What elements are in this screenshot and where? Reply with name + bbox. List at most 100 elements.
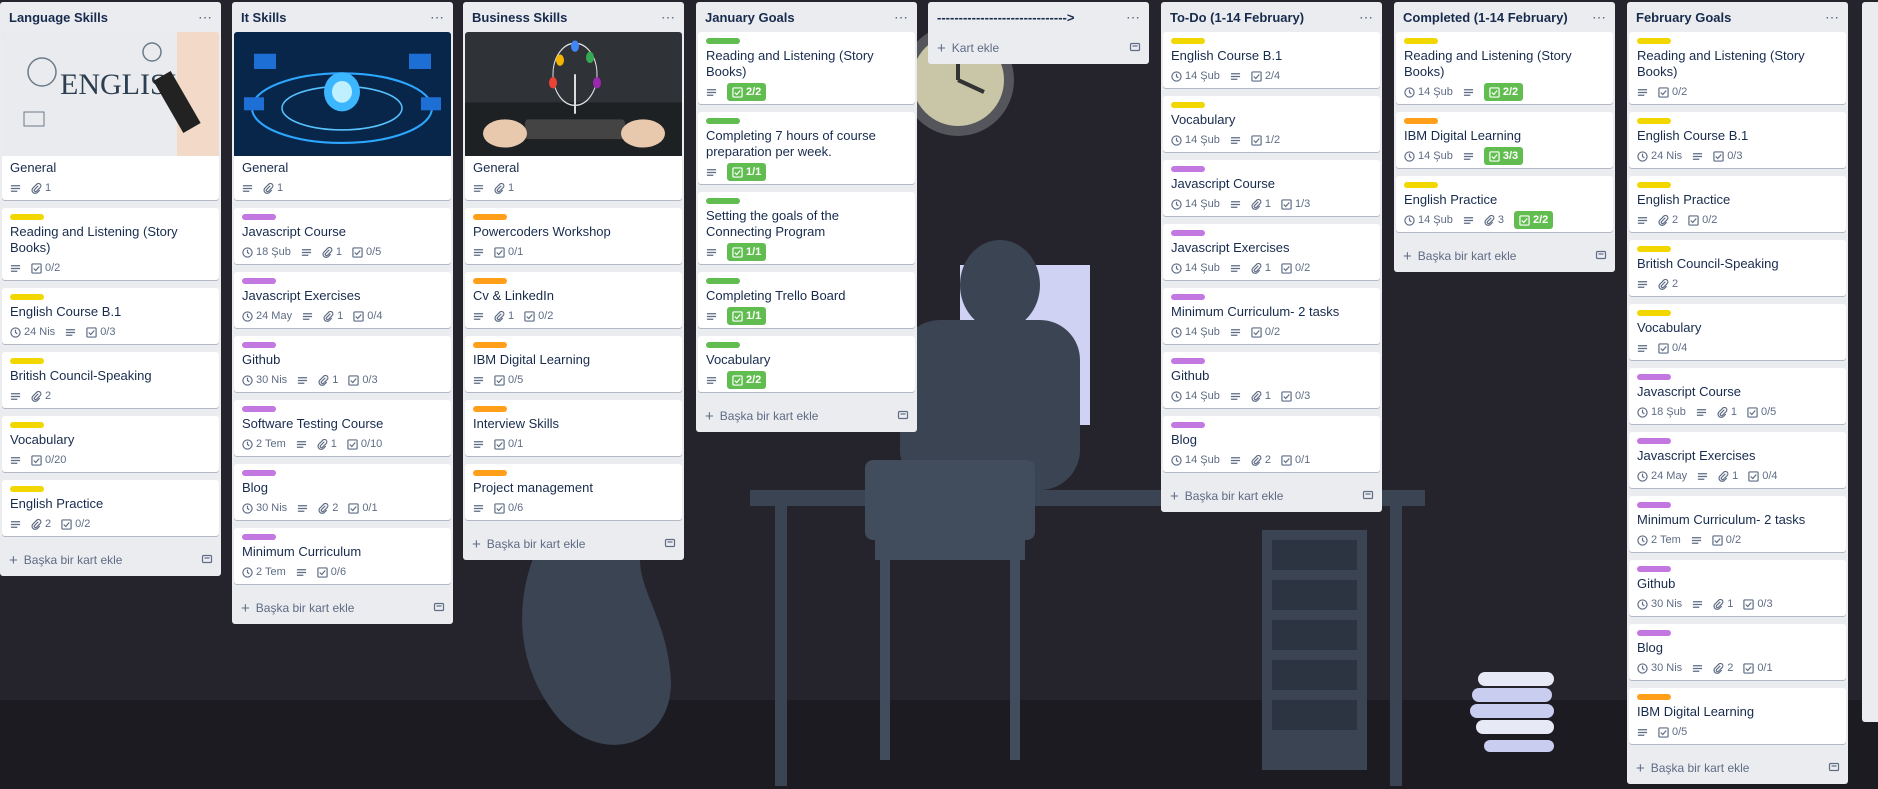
list-menu-icon[interactable]: ⋯ [1126, 9, 1141, 26]
card[interactable]: British Council-Speaking 2 [2, 352, 219, 408]
card-label-purple[interactable] [242, 278, 276, 284]
list-title[interactable]: Business Skills [472, 10, 567, 25]
list-header[interactable]: ------------------------------> ⋯ [928, 2, 1149, 32]
card-label-yellow[interactable] [10, 214, 44, 220]
card-label-yellow[interactable] [10, 486, 44, 492]
card[interactable]: Reading and Listening (Story Books) 14 Şu… [1396, 32, 1613, 104]
list-menu-icon[interactable]: ⋯ [430, 9, 445, 26]
list-menu-icon[interactable]: ⋯ [1359, 9, 1374, 26]
card[interactable]: British Council-Speaking 2 [1629, 240, 1846, 296]
card[interactable]: Blog 30 Nis 2 0/1 [234, 464, 451, 520]
card[interactable]: IBM Digital Learning 0/5 [465, 336, 682, 392]
add-card-button[interactable]: + Başka bir kart ekle [1627, 752, 1848, 780]
card[interactable]: English Course B.1 24 Nis 0/3 [2, 288, 219, 344]
add-card-text[interactable]: Başka bir kart ekle [1418, 249, 1517, 263]
card[interactable]: English Practice 2 0/2 [2, 480, 219, 536]
list-header[interactable]: January Goals ⋯ [696, 2, 917, 32]
card[interactable]: Software Testing Course 2 Tem 1 0/10 [234, 400, 451, 456]
add-card-button[interactable]: + Başka bir kart ekle [1161, 480, 1382, 508]
card-label-yellow[interactable] [1171, 38, 1205, 44]
card[interactable]: ENGLISH General 1 [2, 32, 219, 200]
card-label-orange[interactable] [473, 214, 507, 220]
card-label-purple[interactable] [1171, 422, 1205, 428]
add-card-button[interactable]: + Başka bir kart ekle [463, 528, 684, 556]
card-label-green[interactable] [706, 198, 740, 204]
card[interactable]: Minimum Curriculum 2 Tem 0/6 [234, 528, 451, 584]
card-label-purple[interactable] [242, 406, 276, 412]
card-label-yellow[interactable] [1637, 118, 1671, 124]
card[interactable]: English Practice 14 Şub 3 2/2 [1396, 176, 1613, 232]
card-label-yellow[interactable] [1637, 182, 1671, 188]
card-label-yellow[interactable] [1171, 102, 1205, 108]
list-header[interactable]: To-Do (1-14 February) ⋯ [1161, 2, 1382, 32]
card[interactable]: Interview Skills 0/1 [465, 400, 682, 456]
card-label-purple[interactable] [1637, 566, 1671, 572]
card-label-yellow[interactable] [10, 358, 44, 364]
card[interactable]: English Practice 2 0/2 [1629, 176, 1846, 232]
card-label-orange[interactable] [1637, 694, 1671, 700]
add-card-text[interactable]: Başka bir kart ekle [487, 537, 586, 551]
card[interactable]: Javascript Exercises 24 May 1 0/4 [234, 272, 451, 328]
card[interactable]: Completing Trello Board 1/1 [698, 272, 915, 328]
card-label-green[interactable] [706, 38, 740, 44]
list-title[interactable]: Completed (1-14 February) [1403, 10, 1568, 25]
add-card-label-group[interactable]: + Başka bir kart ekle [241, 600, 354, 617]
card[interactable]: Project management 0/6 [465, 464, 682, 520]
card-label-green[interactable] [706, 118, 740, 124]
card[interactable]: Github 30 Nis 1 0/3 [1629, 560, 1846, 616]
card-label-yellow[interactable] [1637, 38, 1671, 44]
card-label-yellow[interactable] [1637, 310, 1671, 316]
list-header[interactable]: Completed (1-14 February) ⋯ [1394, 2, 1615, 32]
card-template-icon[interactable] [1362, 489, 1374, 504]
card-label-purple[interactable] [1171, 294, 1205, 300]
card[interactable]: Reading and Listening (Story Books) 0/2 [2, 208, 219, 280]
card-label-orange[interactable] [473, 342, 507, 348]
list-title[interactable]: January Goals [705, 10, 795, 25]
card-label-yellow[interactable] [1637, 246, 1671, 252]
card-template-icon[interactable] [433, 601, 445, 616]
add-card-text[interactable]: Başka bir kart ekle [256, 601, 355, 615]
card-label-orange[interactable] [473, 406, 507, 412]
add-card-label-group[interactable]: + Başka bir kart ekle [1636, 760, 1749, 777]
list-header[interactable]: Business Skills ⋯ [463, 2, 684, 32]
card[interactable]: Javascript Course 18 Şub 1 0/5 [234, 208, 451, 264]
card-label-purple[interactable] [242, 470, 276, 476]
card[interactable]: English Course B.1 14 Şub 2/4 [1163, 32, 1380, 88]
card-template-icon[interactable] [201, 553, 213, 568]
add-card-label-group[interactable]: + Başka bir kart ekle [9, 552, 122, 569]
card[interactable]: General 1 [465, 32, 682, 200]
card[interactable]: Minimum Curriculum- 2 tasks 14 Şub 0/2 [1163, 288, 1380, 344]
card[interactable]: Powercoders Workshop 0/1 [465, 208, 682, 264]
list-menu-icon[interactable]: ⋯ [1825, 9, 1840, 26]
list-menu-icon[interactable]: ⋯ [894, 9, 909, 26]
card[interactable]: Blog 30 Nis 2 0/1 [1629, 624, 1846, 680]
card[interactable]: Vocabulary 0/20 [2, 416, 219, 472]
card[interactable]: General 1 [234, 32, 451, 200]
card[interactable]: Javascript Exercises 14 Şub 1 0/2 [1163, 224, 1380, 280]
card-template-icon[interactable] [1828, 761, 1840, 776]
card-label-orange[interactable] [473, 470, 507, 476]
list-title[interactable]: It Skills [241, 10, 287, 25]
card[interactable]: Github 30 Nis 1 0/3 [234, 336, 451, 392]
card[interactable]: Vocabulary 14 Şub 1/2 [1163, 96, 1380, 152]
card-label-yellow[interactable] [10, 294, 44, 300]
add-card-text[interactable]: Başka bir kart ekle [1185, 489, 1284, 503]
card-label-yellow[interactable] [1404, 38, 1438, 44]
list-title[interactable]: February Goals [1636, 10, 1731, 25]
card[interactable]: Minimum Curriculum- 2 tasks 2 Tem 0/2 [1629, 496, 1846, 552]
card[interactable]: Setting the goals of the Connecting Prog… [698, 192, 915, 264]
add-card-button[interactable]: + Başka bir kart ekle [696, 400, 917, 428]
card[interactable]: Completing 7 hours of course preparation… [698, 112, 915, 184]
add-card-label-group[interactable]: + Başka bir kart ekle [1170, 488, 1283, 505]
card[interactable]: Cv & LinkedIn 1 0/2 [465, 272, 682, 328]
list-title[interactable]: ------------------------------> [937, 10, 1074, 25]
card[interactable]: English Course B.1 24 Nis 0/3 [1629, 112, 1846, 168]
card-label-purple[interactable] [242, 534, 276, 540]
add-card-label-group[interactable]: + Başka bir kart ekle [472, 536, 585, 553]
card-label-orange[interactable] [473, 278, 507, 284]
card-label-purple[interactable] [1637, 374, 1671, 380]
list-header[interactable]: February Goals ⋯ [1627, 2, 1848, 32]
add-card-text[interactable]: Başka bir kart ekle [24, 553, 123, 567]
card-label-purple[interactable] [1171, 358, 1205, 364]
add-card-text[interactable]: Başka bir kart ekle [720, 409, 819, 423]
